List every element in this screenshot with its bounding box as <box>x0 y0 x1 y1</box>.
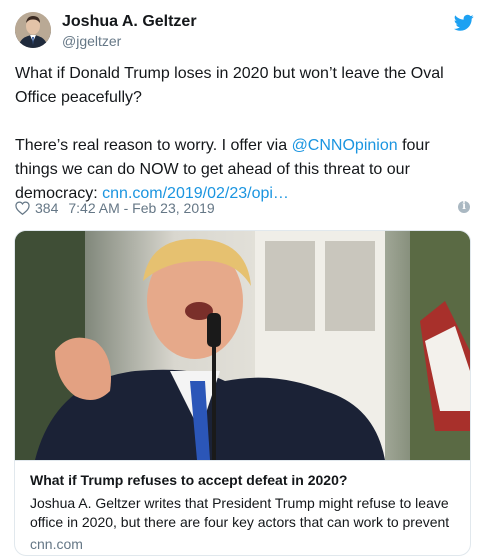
tweet-text-part: There’s real reason to worry. I offer vi… <box>15 137 292 154</box>
tweet-paragraph-2: There’s real reason to worry. I offer vi… <box>15 134 470 206</box>
card-title[interactable]: What if Trump refuses to accept defeat i… <box>30 471 457 489</box>
twitter-bird-icon[interactable] <box>454 14 474 32</box>
card-description: Joshua A. Geltzer writes that President … <box>30 495 450 530</box>
embedded-tweet: Joshua A. Geltzer @jgeltzer What if Dona… <box>0 0 482 560</box>
tweet-meta: 384 7:42 AM - Feb 23, 2019 i <box>15 198 470 218</box>
author-name[interactable]: Joshua A. Geltzer <box>62 13 197 31</box>
author-handle[interactable]: @jgeltzer <box>62 33 121 49</box>
like-count[interactable]: 384 <box>35 200 58 216</box>
tweet-text: What if Donald Trump loses in 2020 but w… <box>15 62 470 206</box>
avatar[interactable] <box>15 12 51 48</box>
card-photo <box>15 231 470 460</box>
tweet-paragraph-1: What if Donald Trump loses in 2020 but w… <box>15 65 444 106</box>
card-body: What if Trump refuses to accept defeat i… <box>15 460 470 555</box>
mention-link[interactable]: @CNNOpinion <box>292 137 398 154</box>
info-icon[interactable]: i <box>458 201 470 213</box>
link-card[interactable]: What if Trump refuses to accept defeat i… <box>14 230 471 556</box>
card-image[interactable] <box>15 231 470 460</box>
heart-icon[interactable] <box>15 201 30 215</box>
card-domain: cnn.com <box>30 536 83 552</box>
avatar-portrait <box>15 12 51 48</box>
tweet-timestamp[interactable]: 7:42 AM - Feb 23, 2019 <box>68 200 214 216</box>
